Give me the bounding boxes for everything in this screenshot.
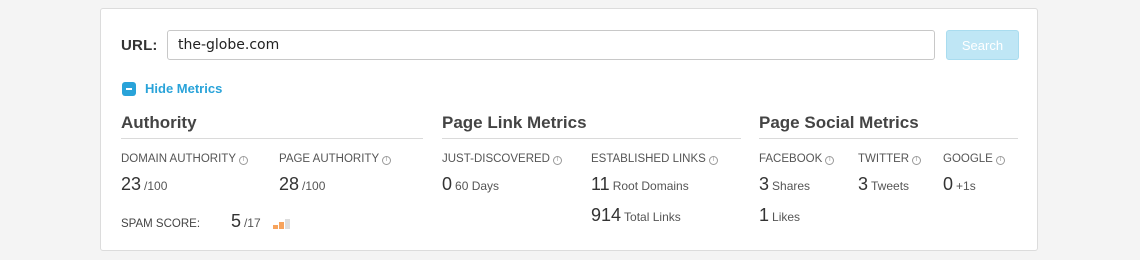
search-button[interactable]: Search [946, 30, 1019, 60]
facebook-shares-unit: Shares [772, 179, 811, 193]
facebook-shares-value: 3 [759, 174, 770, 194]
spam-bar [273, 225, 279, 229]
google-unit: +1s [956, 179, 976, 193]
root-domains-value: 11 [591, 174, 610, 194]
authority-section: Authority [121, 113, 423, 139]
page-authority-metric: PAGE AUTHORITY i 28/100 [279, 153, 392, 195]
google-value: 0 [943, 174, 954, 194]
established-links-label: ESTABLISHED LINKS [591, 153, 706, 165]
page-authority-unit: /100 [302, 179, 326, 193]
just-discovered-label: JUST-DISCOVERED [442, 153, 550, 165]
just-discovered-metric: JUST-DISCOVERED i 0 60 Days [442, 153, 562, 195]
minus-icon[interactable] [122, 81, 136, 96]
just-discovered-unit: 60 Days [455, 179, 500, 193]
info-icon[interactable]: i [912, 156, 922, 165]
twitter-value: 3 [858, 174, 869, 194]
facebook-label: FACEBOOK [759, 153, 823, 165]
page-link-title: Page Link Metrics [442, 113, 741, 139]
domain-authority-value: 23 [121, 174, 142, 194]
page-social-section: Page Social Metrics [759, 113, 1018, 139]
just-discovered-value: 0 [442, 174, 453, 194]
page-authority-value: 28 [279, 174, 300, 194]
info-icon[interactable]: i [825, 156, 835, 165]
hide-metrics-label[interactable]: Hide Metrics [145, 81, 222, 96]
facebook-likes-unit: Likes [772, 210, 801, 224]
root-domains-unit: Root Domains [612, 179, 689, 193]
total-links-value: 914 [591, 205, 622, 225]
page-authority-label: PAGE AUTHORITY [279, 153, 380, 165]
url-input[interactable] [167, 30, 935, 60]
hide-metrics-toggle[interactable]: Hide Metrics [122, 81, 222, 96]
info-icon[interactable]: i [995, 156, 1005, 165]
twitter-unit: Tweets [871, 179, 910, 193]
info-icon[interactable]: i [708, 156, 718, 165]
established-links-metric: ESTABLISHED LINKS i 11 Root Domains 914 Tot… [591, 153, 718, 226]
twitter-label: TWITTER [858, 153, 910, 165]
domain-authority-unit: /100 [144, 179, 168, 193]
facebook-likes-value: 1 [759, 205, 770, 225]
spam-score-metric: SPAM SCORE: 5/17 [121, 211, 291, 232]
domain-authority-label: DOMAIN AUTHORITY [121, 153, 237, 165]
facebook-metric: FACEBOOK i 3 Shares 1 Likes [759, 153, 835, 226]
url-label: URL: [121, 37, 158, 54]
spam-bar [279, 222, 285, 229]
spam-score-bars [273, 219, 291, 229]
google-label: GOOGLE [943, 153, 993, 165]
page-social-title: Page Social Metrics [759, 113, 1018, 139]
spam-score-unit: /17 [243, 216, 261, 230]
spam-score-value: 5 [230, 211, 241, 231]
info-icon[interactable]: i [382, 156, 392, 165]
total-links-unit: Total Links [624, 210, 681, 224]
authority-title: Authority [121, 113, 423, 139]
spam-score-label: SPAM SCORE: [121, 218, 201, 230]
page-link-section: Page Link Metrics [442, 113, 741, 139]
domain-authority-metric: DOMAIN AUTHORITY i 23/100 [121, 153, 249, 195]
info-icon[interactable]: i [239, 156, 249, 165]
info-icon[interactable]: i [553, 156, 562, 165]
google-metric: GOOGLE i 0 +1s [943, 153, 1005, 195]
twitter-metric: TWITTER i 3 Tweets [858, 153, 922, 195]
spam-bar [285, 219, 291, 229]
metrics-panel: URL: Search Hide Metrics Authority DOMAI… [100, 8, 1038, 251]
